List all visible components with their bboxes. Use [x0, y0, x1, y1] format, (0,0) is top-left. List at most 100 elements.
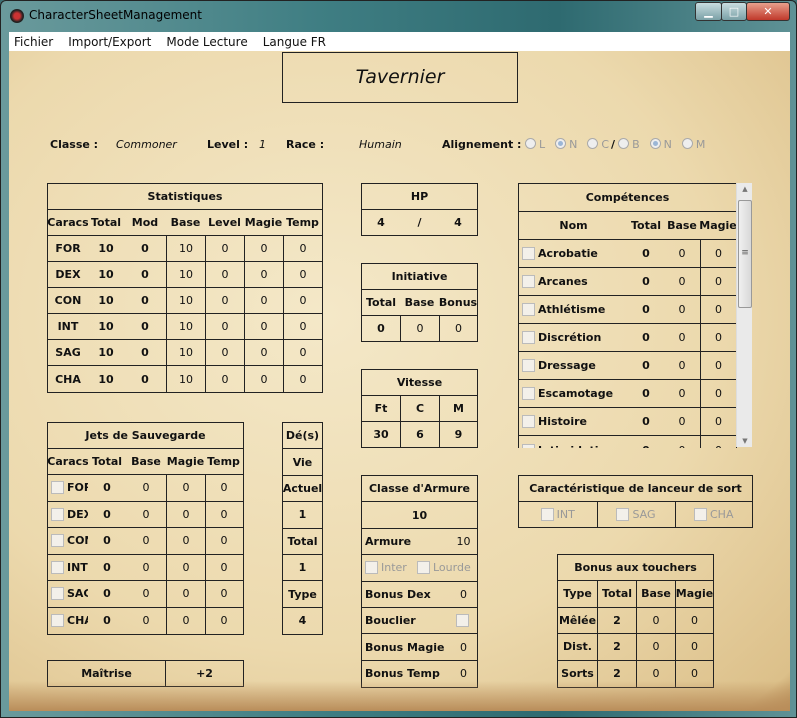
save-value[interactable]: 0 — [166, 607, 205, 634]
character-name[interactable]: Tavernier — [282, 52, 518, 103]
checkbox[interactable] — [522, 359, 535, 372]
checkbox[interactable] — [522, 443, 535, 448]
attack-value[interactable]: 0 — [636, 607, 675, 633]
hp-max[interactable]: 4 — [439, 210, 477, 235]
stat-value[interactable]: 10 — [166, 236, 205, 261]
inter-checkbox[interactable]: Inter — [362, 555, 414, 580]
checkbox[interactable] — [51, 560, 64, 574]
speed-value[interactable]: 30 — [362, 422, 400, 447]
scroll-up-icon[interactable]: ▲ — [737, 185, 753, 193]
checkbox[interactable] — [51, 507, 64, 521]
stat-value[interactable]: 10 — [166, 288, 205, 313]
save-value[interactable]: 0 — [205, 554, 242, 580]
checkbox[interactable] — [455, 614, 469, 628]
save-value[interactable]: 0 — [126, 608, 166, 635]
stat-value[interactable]: 0 — [205, 340, 244, 365]
checkbox[interactable] — [522, 303, 535, 316]
radio-icon[interactable] — [649, 138, 661, 149]
save-value[interactable]: 0 — [205, 581, 242, 607]
level-value[interactable]: 1 — [259, 138, 266, 151]
skill-value[interactable]: 0 — [700, 324, 736, 351]
stat-value[interactable]: 0 — [283, 288, 322, 313]
checkbox[interactable] — [51, 534, 64, 548]
menu-import-export[interactable]: Import/Export — [68, 35, 151, 49]
attack-value[interactable]: 0 — [636, 634, 675, 660]
checkbox[interactable] — [522, 331, 535, 344]
save-value[interactable]: 0 — [205, 475, 242, 501]
skill-value[interactable]: 0 — [700, 268, 736, 295]
stat-value[interactable]: 10 — [166, 262, 205, 287]
skill-value[interactable]: 0 — [664, 324, 700, 351]
alignment-law-1[interactable]: N — [555, 138, 577, 151]
scroll-thumb[interactable]: ≡ — [738, 200, 752, 308]
attack-value[interactable]: 0 — [675, 634, 713, 660]
initiative-value[interactable]: 0 — [439, 316, 477, 341]
skill-value[interactable]: 0 — [664, 436, 700, 449]
hit-dice-cell[interactable]: 1 — [283, 502, 322, 527]
bouclier-checkbox[interactable] — [450, 608, 477, 633]
speed-value[interactable]: 6 — [400, 422, 439, 447]
save-value[interactable]: 0 — [126, 475, 166, 501]
hit-dice-cell[interactable]: 4 — [283, 608, 322, 634]
skill-value[interactable]: 0 — [664, 408, 700, 435]
stat-value[interactable]: 0 — [283, 366, 322, 392]
save-value[interactable]: 0 — [126, 502, 166, 528]
skill-value[interactable]: 0 — [700, 240, 736, 267]
save-value[interactable]: 0 — [126, 581, 166, 607]
skill-value[interactable]: 0 — [664, 296, 700, 323]
stat-value[interactable]: 0 — [283, 262, 322, 287]
speed-value[interactable]: 9 — [439, 422, 477, 447]
stat-value[interactable]: 0 — [244, 236, 283, 261]
checkbox[interactable] — [365, 561, 378, 575]
stat-value[interactable]: 0 — [205, 236, 244, 261]
bonus-dex-value[interactable]: 0 — [450, 582, 477, 607]
alignment-law-0[interactable]: L — [524, 138, 545, 151]
radio-icon[interactable] — [681, 138, 693, 149]
attack-value[interactable]: 0 — [675, 607, 713, 633]
initiative-value[interactable]: 0 — [362, 316, 400, 341]
checkbox[interactable] — [51, 587, 64, 601]
alignment-moral-1[interactable]: N — [649, 138, 672, 151]
skill-value[interactable]: 0 — [664, 240, 700, 267]
stat-value[interactable]: 0 — [283, 314, 322, 339]
checkbox[interactable] — [522, 387, 535, 400]
spellcasting-option[interactable]: INT — [519, 502, 597, 527]
skill-value[interactable]: 0 — [700, 380, 736, 407]
skill-value[interactable]: 0 — [700, 436, 736, 448]
save-value[interactable]: 0 — [126, 555, 166, 581]
stat-value[interactable]: 0 — [244, 262, 283, 287]
menu-mode-lecture[interactable]: Mode Lecture — [166, 35, 247, 49]
hit-dice-cell[interactable]: 1 — [283, 555, 322, 580]
maximize-button[interactable]: □ — [721, 2, 747, 21]
attack-value[interactable]: 0 — [675, 660, 713, 687]
checkbox[interactable] — [417, 561, 430, 575]
radio-icon[interactable] — [555, 138, 567, 149]
stat-value[interactable]: 0 — [244, 314, 283, 339]
save-value[interactable]: 0 — [166, 554, 205, 580]
skill-value[interactable]: 0 — [700, 352, 736, 379]
alignment-law-2[interactable]: C — [587, 138, 609, 151]
checkbox[interactable] — [51, 481, 64, 495]
alignment-moral-2[interactable]: M — [681, 138, 705, 151]
stat-value[interactable]: 0 — [244, 366, 283, 392]
stat-value[interactable]: 0 — [244, 288, 283, 313]
bonus-temp-value[interactable]: 0 — [450, 661, 477, 687]
save-value[interactable]: 0 — [205, 607, 242, 634]
classe-value[interactable]: Commoner — [116, 138, 177, 151]
stat-value[interactable]: 0 — [205, 314, 244, 339]
bonus-magie-value[interactable]: 0 — [450, 634, 477, 659]
checkbox[interactable] — [522, 275, 535, 288]
save-value[interactable]: 0 — [166, 501, 205, 527]
radio-icon[interactable] — [587, 138, 599, 149]
attack-value[interactable]: 0 — [636, 660, 675, 687]
checkbox[interactable] — [522, 247, 535, 260]
skills-scrollbar[interactable]: ▲ ≡ ▼ — [736, 183, 752, 447]
stat-value[interactable]: 0 — [283, 236, 322, 261]
minimize-button[interactable]: ▁ — [695, 2, 722, 21]
close-button[interactable]: ✕ — [746, 2, 790, 21]
scroll-down-icon[interactable]: ▼ — [737, 437, 753, 445]
radio-icon[interactable] — [524, 138, 536, 149]
checkbox[interactable] — [51, 614, 64, 628]
skill-value[interactable]: 0 — [664, 352, 700, 379]
save-value[interactable]: 0 — [166, 581, 205, 607]
